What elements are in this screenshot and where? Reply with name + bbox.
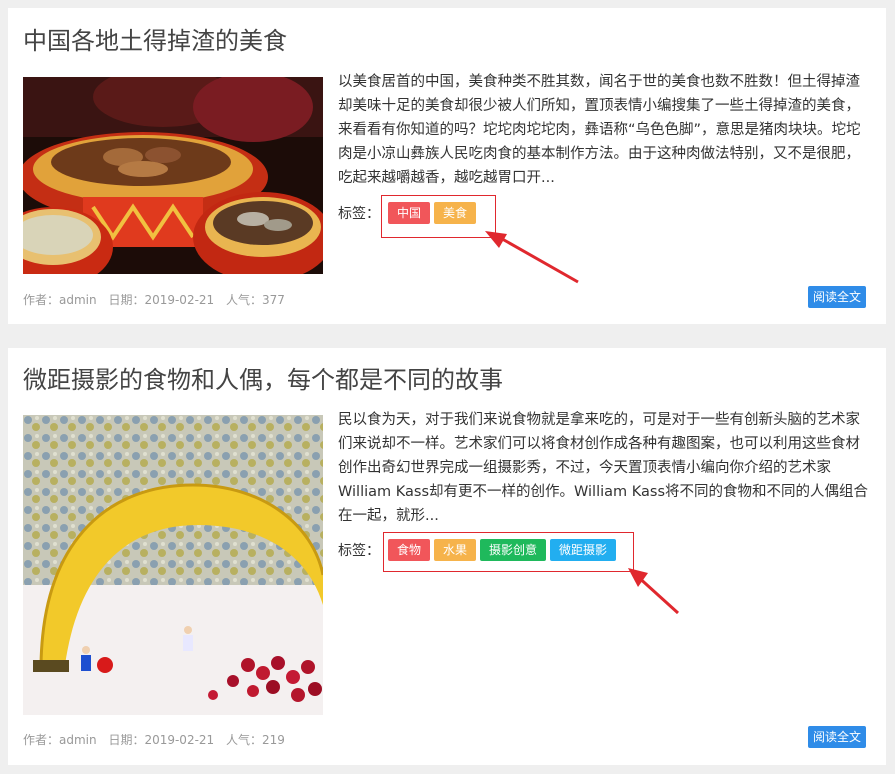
tags-label: 标签： bbox=[338, 206, 380, 222]
annotation-arrow-icon bbox=[485, 231, 579, 284]
article-date: 日期：2019-02-21 bbox=[108, 733, 215, 747]
article-excerpt: 民以食为天，对于我们来说食物就是拿来吃的，可是对于一些有创新头脑的艺术家们来说却… bbox=[338, 412, 868, 524]
food-photo-icon bbox=[23, 77, 323, 274]
tag-link[interactable]: 美食 bbox=[434, 202, 477, 224]
article-views: 人气：219 bbox=[226, 733, 285, 747]
article-date: 日期：2019-02-21 bbox=[108, 293, 215, 307]
article-meta: 作者：admin 日期：2019-02-21 人气：377 bbox=[23, 291, 293, 308]
tag-link[interactable]: 微距摄影 bbox=[550, 539, 617, 561]
article-excerpt: 以美食居首的中国，美食种类不胜其数，闻名于世的美食也数不胜数！但土得掉渣却美味十… bbox=[338, 74, 861, 186]
tags-row: 标签： 中国 美食 bbox=[338, 200, 480, 226]
annotation-arrow-icon bbox=[628, 568, 680, 615]
article-title[interactable]: 中国各地土得掉渣的美食 bbox=[23, 26, 287, 56]
banana-photo-icon bbox=[23, 415, 323, 715]
tag-link[interactable]: 食物 bbox=[388, 539, 431, 561]
tag-link[interactable]: 中国 bbox=[388, 202, 431, 224]
tag-link[interactable]: 水果 bbox=[434, 539, 477, 561]
read-more-button[interactable]: 阅读全文 bbox=[807, 726, 866, 748]
article-views: 人气：377 bbox=[226, 293, 285, 307]
article-thumbnail[interactable] bbox=[23, 77, 323, 274]
article-card: 中国各地土得掉渣的美食 以美食居首的中国，美食种类不胜其数，闻名于世的美食也数不… bbox=[8, 8, 886, 324]
article-card: 微距摄影的食物和人偶，每个都是不同的故事 民以食为天，对于我们来说食物就是拿来吃… bbox=[8, 348, 886, 765]
tags-label: 标签： bbox=[338, 543, 380, 559]
article-title[interactable]: 微距摄影的食物和人偶，每个都是不同的故事 bbox=[23, 365, 503, 395]
article-author: 作者：admin bbox=[23, 293, 97, 307]
read-more-button[interactable]: 阅读全文 bbox=[807, 286, 866, 308]
tag-link[interactable]: 摄影创意 bbox=[480, 539, 547, 561]
tags-row: 标签： 食物 水果 摄影创意 微距摄影 bbox=[338, 537, 620, 563]
article-thumbnail[interactable] bbox=[23, 415, 323, 715]
article-meta: 作者：admin 日期：2019-02-21 人气：219 bbox=[23, 731, 293, 748]
article-author: 作者：admin bbox=[23, 733, 97, 747]
